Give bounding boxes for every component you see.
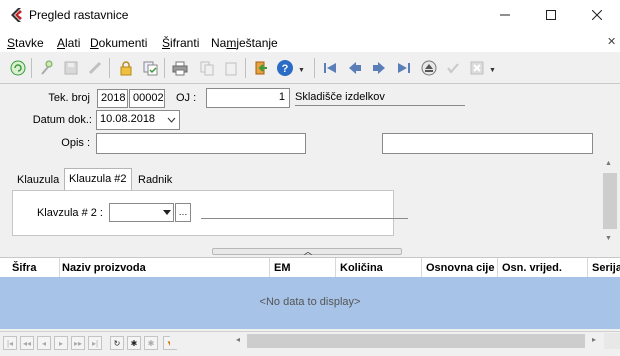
help-dropdown-icon[interactable]: ▼ bbox=[298, 67, 305, 74]
last-record-icon[interactable] bbox=[395, 59, 413, 77]
save-icon[interactable] bbox=[62, 59, 80, 77]
datum-value: 10.08.2018 bbox=[100, 113, 156, 125]
scroll-up-icon[interactable]: ▲ bbox=[605, 160, 612, 167]
column-header[interactable]: Osn. vrijed. bbox=[498, 258, 588, 278]
nav-prev-icon[interactable]: ◂ bbox=[37, 336, 51, 350]
klauzula-2-label: Klavzula # 2 : bbox=[36, 207, 103, 219]
horizontal-scrollbar-thumb[interactable] bbox=[247, 334, 585, 348]
menu-bar: Stavke Alati Dokumenti Šifranti Namješta… bbox=[0, 30, 620, 52]
help-icon[interactable]: ? bbox=[276, 59, 294, 77]
menu-dokumenti[interactable]: Dokumenti bbox=[90, 36, 147, 50]
toolbar: ? ▼ ▼ bbox=[0, 53, 620, 84]
datum-label: Datum dok.: bbox=[32, 114, 92, 126]
copy-icon[interactable] bbox=[198, 59, 216, 77]
ellipsis-button[interactable]: … bbox=[175, 203, 191, 222]
column-header[interactable]: EM bbox=[270, 258, 336, 278]
scroll-right-icon[interactable]: ▸ bbox=[592, 335, 596, 344]
close-icon bbox=[592, 10, 602, 20]
datum-field[interactable]: 10.08.2018 bbox=[96, 110, 180, 130]
next-record-icon[interactable] bbox=[370, 59, 388, 77]
dropdown-arrow-icon[interactable] bbox=[160, 204, 173, 221]
nav-delete-icon[interactable]: ✱ bbox=[144, 336, 158, 350]
previous-record-icon[interactable] bbox=[346, 59, 364, 77]
collapse-up-icon[interactable]: ︿ bbox=[304, 246, 312, 257]
klauzula-2-combo[interactable] bbox=[109, 203, 174, 222]
vertical-scrollbar-thumb[interactable] bbox=[603, 173, 617, 229]
cancel-dropdown-icon[interactable]: ▼ bbox=[489, 67, 496, 74]
window-title: Pregled rastavnice bbox=[29, 8, 129, 22]
new-record-icon[interactable] bbox=[38, 59, 56, 77]
print-icon[interactable] bbox=[171, 59, 189, 77]
nav-next-icon[interactable]: ▸ bbox=[54, 336, 68, 350]
nav-last-icon[interactable]: ▸| bbox=[88, 336, 102, 350]
eject-icon[interactable] bbox=[420, 59, 438, 77]
tab-klauzula[interactable]: Klauzula bbox=[13, 171, 63, 190]
oj-combo[interactable]: 1 bbox=[206, 88, 290, 108]
refresh-icon[interactable] bbox=[9, 59, 27, 77]
opis-label: Opis : bbox=[61, 137, 90, 149]
grid-header: Šifra Naziv proizvoda EM Količina Osnovn… bbox=[0, 257, 620, 279]
first-record-icon[interactable] bbox=[321, 59, 339, 77]
menu-stavke[interactable]: Stavke bbox=[7, 36, 44, 50]
close-button[interactable] bbox=[574, 0, 620, 30]
maximize-button[interactable] bbox=[528, 0, 574, 30]
column-header[interactable]: Količina bbox=[336, 258, 422, 278]
nav-prev-page-icon[interactable]: ◂◂ bbox=[20, 336, 34, 350]
klauzula-2-description bbox=[201, 202, 408, 219]
opis-field[interactable] bbox=[96, 133, 306, 154]
maximize-icon bbox=[546, 10, 556, 20]
exit-icon[interactable] bbox=[252, 59, 270, 77]
nav-next-page-icon[interactable]: ▸▸ bbox=[71, 336, 85, 350]
menu-alati[interactable]: Alati bbox=[57, 36, 80, 50]
nav-first-icon[interactable]: |◂ bbox=[3, 336, 17, 350]
tek-broj-number-field[interactable]: 00002 bbox=[129, 89, 165, 108]
nav-insert-icon[interactable]: ✱ bbox=[127, 336, 141, 350]
confirm-icon[interactable] bbox=[444, 59, 462, 77]
tab-klauzula-2[interactable]: Klauzula #2 bbox=[64, 168, 132, 191]
oj-label: OJ : bbox=[176, 92, 197, 104]
menu-sifranti[interactable]: Šifranti bbox=[162, 36, 199, 50]
no-data-message: <No data to display> bbox=[259, 296, 361, 308]
size-grip bbox=[604, 333, 620, 349]
oj-name: Skladišče izdelkov bbox=[295, 89, 465, 106]
scroll-down-icon[interactable]: ▼ bbox=[605, 235, 612, 242]
tek-broj-label: Tek. broj bbox=[48, 92, 90, 104]
mdi-close-icon[interactable]: ✕ bbox=[607, 35, 616, 48]
menu-namjestanje[interactable]: Namještanje bbox=[211, 36, 278, 50]
nav-refresh-icon[interactable]: ↻ bbox=[110, 336, 124, 350]
minimize-icon bbox=[500, 14, 510, 16]
tab-radnik[interactable]: Radnik bbox=[134, 171, 176, 190]
svg-text:?: ? bbox=[282, 63, 289, 75]
column-header[interactable]: Osnovna cije bbox=[422, 258, 498, 278]
app-icon bbox=[11, 8, 22, 22]
oj-value: 1 bbox=[278, 91, 285, 103]
minimize-button[interactable] bbox=[482, 0, 528, 30]
tek-broj-year-field[interactable]: 2018 bbox=[97, 89, 128, 108]
scroll-left-icon[interactable]: ◂ bbox=[236, 335, 240, 344]
column-header[interactable]: Šifra bbox=[8, 258, 60, 278]
chevron-down-icon[interactable] bbox=[163, 111, 179, 128]
lock-icon[interactable] bbox=[117, 59, 135, 77]
column-header[interactable]: Serija bbox=[588, 258, 620, 278]
edit-icon[interactable] bbox=[86, 59, 104, 77]
copy-document-icon[interactable] bbox=[141, 59, 159, 77]
cancel-icon[interactable] bbox=[468, 59, 486, 77]
opis-secondary-field[interactable] bbox=[382, 133, 593, 154]
column-header[interactable]: Naziv proizvoda bbox=[58, 258, 270, 278]
paste-icon[interactable] bbox=[222, 59, 240, 77]
